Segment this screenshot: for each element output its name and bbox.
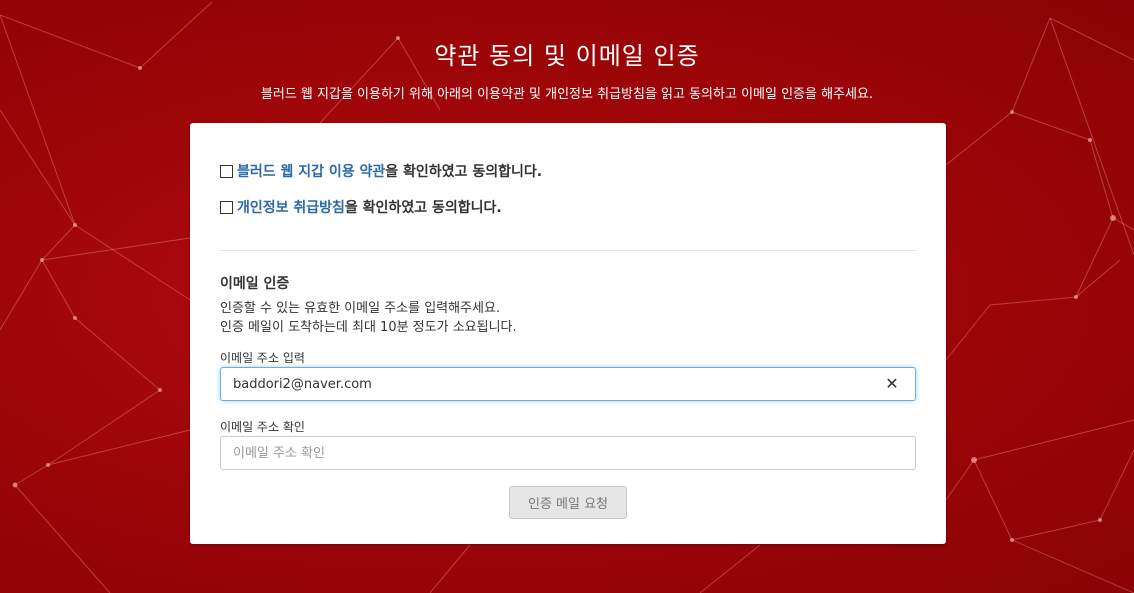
terms-link[interactable]: 블러드 웹 지갑 이용 약관 — [237, 161, 385, 181]
email-confirm-input[interactable] — [220, 436, 916, 470]
privacy-agreement-text: 을 확인하였고 동의합니다. — [344, 200, 502, 216]
terms-agreement-text: 을 확인하였고 동의합니다. — [385, 164, 543, 180]
email-field-label: 이메일 주소 입력 — [220, 351, 305, 365]
email-confirm-label: 이메일 주소 확인 — [220, 420, 305, 434]
request-verification-button[interactable]: 인증 메일 요청 — [509, 486, 627, 519]
section-divider — [220, 250, 916, 251]
page-title: 약관 동의 및 이메일 인증 — [434, 42, 700, 70]
agreement-card: 블러드 웹 지갑 이용 약관 을 확인하였고 동의합니다. 개인정보 취급방침 … — [190, 123, 946, 544]
email-section-description: 인증할 수 있는 유효한 이메일 주소를 입력해주세요. 인증 메일이 도착하는… — [220, 299, 517, 337]
terms-agreement-row: 블러드 웹 지갑 이용 약관 을 확인하였고 동의합니다. — [220, 161, 542, 181]
privacy-policy-link[interactable]: 개인정보 취급방침 — [237, 197, 345, 217]
close-icon[interactable]: ✕ — [883, 375, 901, 393]
description-line-1: 인증할 수 있는 유효한 이메일 주소를 입력해주세요. — [220, 301, 501, 316]
description-line-2: 인증 메일이 도착하는데 최대 10분 정도가 소요됩니다. — [220, 320, 517, 335]
terms-checkbox[interactable] — [220, 164, 233, 178]
page-header: 약관 동의 및 이메일 인증 블러드 웹 지갑을 이용하기 위해 아래의 이용약… — [0, 0, 1134, 102]
privacy-agreement-row: 개인정보 취급방침 을 확인하였고 동의합니다. — [220, 197, 502, 217]
email-section-title: 이메일 인증 — [220, 276, 290, 292]
page-subtitle: 블러드 웹 지갑을 이용하기 위해 아래의 이용약관 및 개인정보 취급방침을 … — [260, 87, 874, 102]
privacy-checkbox[interactable] — [220, 200, 233, 214]
email-input[interactable] — [220, 367, 916, 401]
